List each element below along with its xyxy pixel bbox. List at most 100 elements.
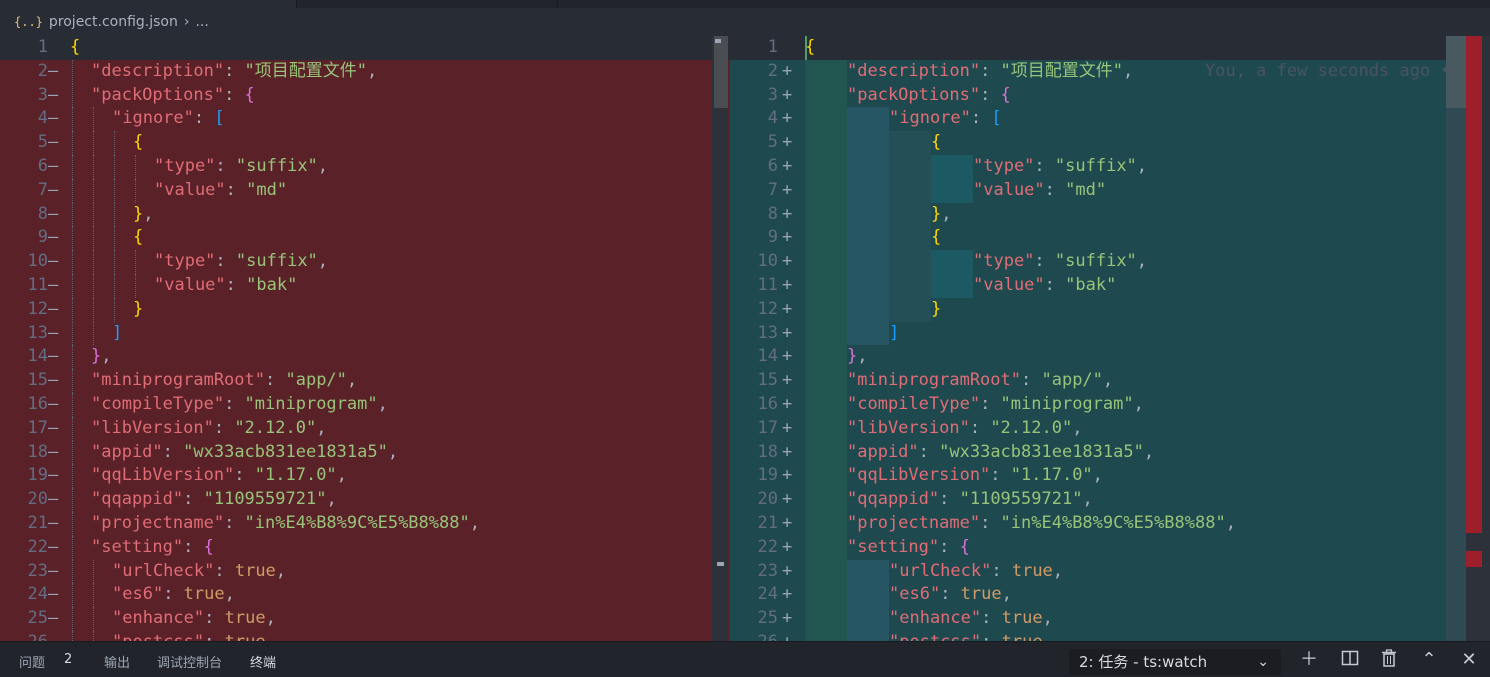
code-line[interactable]: 3— "packOptions": { bbox=[0, 83, 730, 108]
code-line[interactable]: 19— "qqLibVersion": "1.17.0", bbox=[0, 464, 730, 489]
code-text: "qqLibVersion": "1.17.0", bbox=[91, 465, 347, 486]
removed-line-marker: — bbox=[48, 608, 59, 629]
line-number: 20 bbox=[27, 489, 48, 510]
code-line[interactable]: 10— "type": "suffix", bbox=[0, 250, 730, 274]
code-line[interactable]: 11 + "value": "bak" bbox=[730, 274, 1490, 298]
maximize-panel-icon[interactable]: ⌃ bbox=[1418, 649, 1440, 671]
diff-original-pane[interactable]: 1{2— "description": "项目配置文件", 3— "packOptio… bbox=[0, 36, 730, 641]
code-line[interactable]: 20— "qqappid": "1109559721", bbox=[0, 488, 730, 512]
breadcrumb-more[interactable]: ... bbox=[195, 14, 208, 30]
code-line[interactable]: 3 + "packOptions": { bbox=[730, 83, 1490, 108]
code-line[interactable]: 14—}, bbox=[0, 345, 730, 370]
code-line[interactable]: 13—] bbox=[0, 321, 730, 346]
code-line[interactable]: 9— { bbox=[0, 226, 730, 251]
code-line[interactable]: 23 + "urlCheck": true, bbox=[730, 559, 1490, 584]
right-scrollbar-thumb[interactable] bbox=[1446, 36, 1466, 108]
line-number: 6 bbox=[37, 156, 48, 176]
indent-guide bbox=[847, 631, 889, 641]
indent-guide bbox=[93, 250, 94, 274]
indent-guide bbox=[114, 226, 115, 251]
code-line[interactable]: 11— "value": "bak" bbox=[0, 274, 730, 298]
code-line[interactable]: 25— "enhance": true, bbox=[0, 607, 730, 631]
indent-guide bbox=[93, 583, 94, 608]
code-line[interactable]: 1{ bbox=[730, 36, 1490, 60]
left-scrollbar-thumb[interactable] bbox=[714, 36, 728, 108]
tab-debug-console[interactable]: 调试控制台 bbox=[157, 652, 222, 671]
added-line-marker: + bbox=[782, 441, 793, 462]
code-text: "postcss": true, bbox=[112, 631, 276, 641]
code-line[interactable]: 24— "es6": true, bbox=[0, 583, 730, 608]
indent-guide bbox=[72, 155, 73, 179]
code-line[interactable]: 26— "postcss": true, bbox=[0, 631, 730, 641]
code-line[interactable]: 7 + "value": "md" bbox=[730, 178, 1490, 203]
tab-terminal[interactable]: 终端 bbox=[250, 652, 276, 671]
code-line[interactable]: 18 + "appid": "wx33acb831ee1831a5", bbox=[730, 440, 1490, 465]
code-line[interactable]: 17 + "libVersion": "2.12.0", bbox=[730, 416, 1490, 441]
code-line[interactable]: 8 +}, bbox=[730, 202, 1490, 227]
code-line[interactable]: 1{ bbox=[0, 36, 730, 60]
code-line[interactable]: 16 + "compileType": "miniprogram", bbox=[730, 393, 1490, 417]
added-line-marker: + bbox=[782, 179, 793, 200]
indent-guide bbox=[931, 155, 973, 179]
added-line-marker: + bbox=[782, 346, 793, 367]
code-line[interactable]: 21 + "projectname": "in%E4%B8%9C%E5%B8%88"… bbox=[730, 512, 1490, 536]
code-line[interactable]: 17— "libVersion": "2.12.0", bbox=[0, 416, 730, 441]
code-line[interactable]: 19 + "qqLibVersion": "1.17.0", bbox=[730, 464, 1490, 489]
code-text: ] bbox=[889, 322, 900, 343]
code-line[interactable]: 2— "description": "项目配置文件", bbox=[0, 59, 730, 84]
code-line[interactable]: 24 + "es6": true, bbox=[730, 583, 1490, 608]
code-line[interactable]: 16— "compileType": "miniprogram", bbox=[0, 393, 730, 417]
line-number: 8 bbox=[767, 203, 778, 224]
indent-guide bbox=[931, 250, 973, 274]
right-scrollbar[interactable] bbox=[1446, 36, 1466, 641]
close-panel-icon[interactable]: ✕ bbox=[1458, 649, 1480, 671]
removed-line-marker: — bbox=[48, 156, 59, 176]
code-line[interactable]: 15— "miniprogramRoot": "app/", bbox=[0, 369, 730, 393]
code-line[interactable]: 20 + "qqappid": "1109559721", bbox=[730, 488, 1490, 512]
terminal-select[interactable]: 2: 任务 - ts:watch ⌄ bbox=[1069, 649, 1281, 675]
code-line[interactable]: 6— "type": "suffix", bbox=[0, 155, 730, 179]
code-line[interactable]: 18— "appid": "wx33acb831ee1831a5", bbox=[0, 440, 730, 465]
code-line[interactable]: 5 + { bbox=[730, 131, 1490, 155]
line-number: 8 bbox=[37, 203, 48, 224]
code-line[interactable]: 2 + "description": "项目配置文件", You, a few sec… bbox=[730, 59, 1490, 84]
trash-icon[interactable] bbox=[1378, 649, 1400, 671]
code-line[interactable]: 12—} bbox=[0, 297, 730, 322]
code-line[interactable]: 21— "projectname": "in%E4%B8%9C%E5%B8%88"… bbox=[0, 512, 730, 536]
code-line[interactable]: 23— "urlCheck": true, bbox=[0, 559, 730, 584]
tab-active[interactable] bbox=[0, 0, 296, 8]
split-terminal-icon[interactable] bbox=[1339, 649, 1361, 671]
code-line[interactable]: 26 + "postcss": true, bbox=[730, 631, 1490, 641]
breadcrumb-file[interactable]: project.config.json bbox=[49, 14, 178, 30]
code-line[interactable]: 14 +}, bbox=[730, 345, 1490, 370]
indent-guide bbox=[72, 83, 73, 108]
tab-secondary[interactable] bbox=[296, 0, 558, 8]
added-line-marker: + bbox=[782, 631, 792, 641]
tab-problems[interactable]: 问题 bbox=[19, 652, 45, 671]
code-line[interactable]: 22 + "setting": { bbox=[730, 535, 1490, 560]
code-line[interactable]: 25 + "enhance": true, bbox=[730, 607, 1490, 631]
indent-guide bbox=[72, 202, 73, 227]
diff-modified-pane[interactable]: 1{2 + "description": "项目配置文件", You, a few s… bbox=[730, 36, 1490, 641]
indent-guide bbox=[805, 393, 847, 417]
code-line[interactable]: 8—}, bbox=[0, 202, 730, 227]
code-line[interactable]: 10 + "type": "suffix", bbox=[730, 250, 1490, 274]
add-terminal-icon[interactable]: ＋ bbox=[1298, 649, 1320, 671]
code-line[interactable]: 22— "setting": { bbox=[0, 535, 730, 560]
code-line[interactable]: 9 + { bbox=[730, 226, 1490, 251]
added-line-marker: + bbox=[782, 275, 793, 295]
indent-guide bbox=[114, 178, 115, 203]
indent-guide bbox=[847, 321, 889, 346]
tab-output[interactable]: 输出 bbox=[104, 652, 130, 671]
code-line[interactable]: 4 + "ignore": [ bbox=[730, 107, 1490, 132]
code-line[interactable]: 4— "ignore": [ bbox=[0, 107, 730, 132]
code-line[interactable]: 15 + "miniprogramRoot": "app/", bbox=[730, 369, 1490, 393]
indent-guide bbox=[114, 202, 115, 227]
code-text: "setting": { bbox=[91, 536, 214, 557]
left-scrollbar[interactable] bbox=[712, 36, 728, 641]
code-line[interactable]: 7— "value": "md" bbox=[0, 178, 730, 203]
code-line[interactable]: 5— { bbox=[0, 131, 730, 155]
code-line[interactable]: 13 +] bbox=[730, 321, 1490, 346]
code-line[interactable]: 12 +} bbox=[730, 297, 1490, 322]
code-line[interactable]: 6 + "type": "suffix", bbox=[730, 155, 1490, 179]
